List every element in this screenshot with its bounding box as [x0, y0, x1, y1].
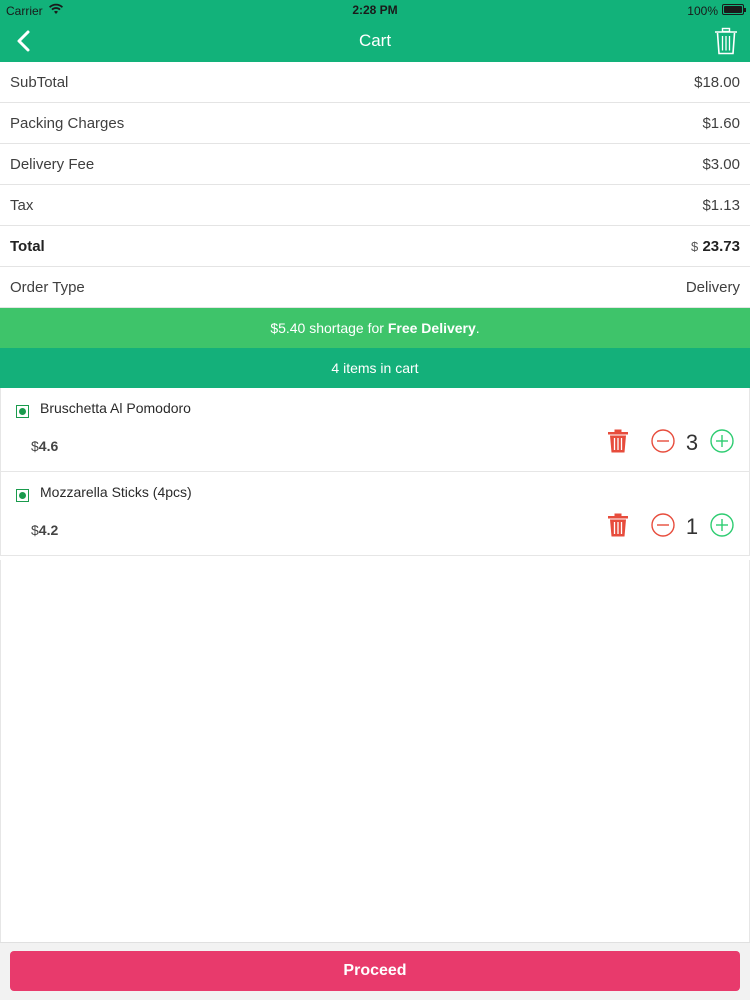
order-summary: SubTotal $18.00 Packing Charges $1.60 De… [0, 62, 750, 308]
veg-indicator-icon [16, 489, 29, 502]
total-label: Total [10, 238, 45, 255]
item-price-amount: 4.2 [38, 522, 59, 538]
item-price: $4.2 [31, 522, 58, 538]
trash-icon [715, 27, 737, 55]
total-currency: $ [691, 239, 699, 254]
item-delete-button[interactable] [607, 429, 629, 453]
packing-charges-row: Packing Charges $1.60 [0, 103, 750, 144]
delivery-fee-value: $3.00 [702, 156, 740, 173]
item-delete-button[interactable] [607, 513, 629, 537]
veg-indicator-icon [16, 405, 29, 418]
status-time: 2:28 PM [352, 3, 398, 17]
tax-row: Tax $1.13 [0, 185, 750, 226]
packing-charges-value: $1.60 [702, 115, 740, 132]
delivery-fee-row: Delivery Fee $3.00 [0, 144, 750, 185]
item-price: $4.6 [31, 438, 58, 454]
increase-quantity-button[interactable] [710, 429, 734, 453]
total-row: Total $ 23.73 [0, 226, 750, 267]
total-value: $ 23.73 [691, 238, 740, 255]
decrease-quantity-button[interactable] [651, 429, 675, 453]
shortage-bold: Free Delivery [387, 320, 476, 336]
order-type-value[interactable]: Delivery [686, 279, 740, 296]
tax-label: Tax [10, 197, 34, 214]
order-type-row[interactable]: Order Type Delivery [0, 267, 750, 308]
item-quantity: 3 [685, 430, 699, 455]
page-title: Cart [358, 31, 392, 50]
item-price-amount: 4.6 [38, 438, 59, 454]
total-amount: 23.73 [702, 238, 740, 255]
order-type-label: Order Type [10, 279, 85, 296]
shortage-suffix: . [475, 320, 480, 336]
minus-circle-icon [651, 429, 675, 453]
subtotal-row: SubTotal $18.00 [0, 62, 750, 103]
top-bar: Carrier 2:28 PM 100% Cart [0, 0, 750, 62]
minus-circle-icon [651, 513, 675, 537]
empty-list-area [0, 560, 750, 942]
trash-icon [608, 513, 628, 537]
item-price-currency: $ [31, 438, 39, 454]
trash-icon [608, 429, 628, 453]
tax-value: $1.13 [702, 197, 740, 214]
item-name: Mozzarella Sticks (4pcs) [40, 484, 192, 500]
clear-cart-button[interactable] [714, 27, 738, 55]
battery-percent: 100% [687, 4, 718, 18]
packing-charges-label: Packing Charges [10, 115, 125, 132]
footer-bar: Proceed [0, 942, 750, 1000]
subtotal-value: $18.00 [694, 74, 740, 91]
item-price-currency: $ [31, 522, 39, 538]
cart-item: Mozzarella Sticks (4pcs) $4.2 1 [0, 472, 750, 556]
free-delivery-banner: $5.40 shortage for Free Delivery. [0, 308, 750, 348]
plus-circle-icon [710, 513, 734, 537]
status-bar: Carrier 2:28 PM 100% [0, 0, 750, 20]
items-count-banner: 4 items in cart [0, 348, 750, 388]
cart-item: Bruschetta Al Pomodoro $4.6 3 [0, 388, 750, 472]
item-quantity: 1 [685, 514, 699, 539]
decrease-quantity-button[interactable] [651, 513, 675, 537]
subtotal-label: SubTotal [10, 74, 69, 91]
delivery-fee-label: Delivery Fee [10, 156, 95, 173]
cart-items-list: Bruschetta Al Pomodoro $4.6 3 Mozzarella… [0, 388, 750, 556]
shortage-prefix: $5.40 shortage for [270, 320, 388, 336]
increase-quantity-button[interactable] [710, 513, 734, 537]
proceed-button[interactable]: Proceed [10, 951, 740, 991]
battery-icon [722, 4, 746, 15]
plus-circle-icon [710, 429, 734, 453]
item-name: Bruschetta Al Pomodoro [40, 400, 191, 416]
